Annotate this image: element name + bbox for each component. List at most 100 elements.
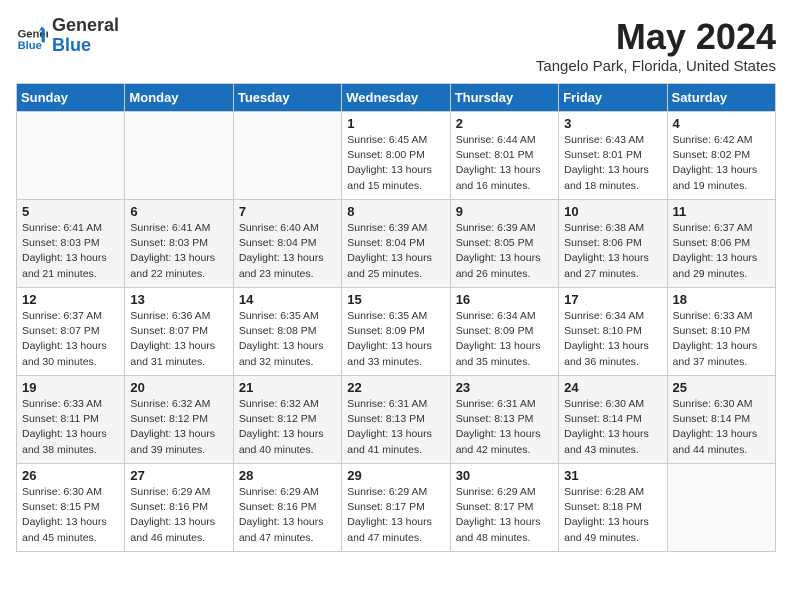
calendar-cell: 20 Sunrise: 6:32 AM Sunset: 8:12 PM Dayli…: [125, 376, 233, 464]
calendar-cell: 2Sunrise: 6:44 AM Sunset: 8:01 PM Daylig…: [450, 112, 558, 200]
day-number: 14: [239, 292, 336, 307]
day-number: 1: [347, 116, 444, 131]
cell-content: Sunrise: 6:28 AM Sunset: 8:18 PM Dayligh…: [564, 485, 661, 546]
day-number: 27: [130, 468, 227, 483]
calendar-cell: 14Sunrise: 6:35 AM Sunset: 8:08 PM Dayli…: [233, 288, 341, 376]
cell-content: Sunrise: 6:29 AM Sunset: 8:17 PM Dayligh…: [456, 485, 553, 546]
cell-content: Sunrise: 6:33 AM Sunset: 8:11 PM Dayligh…: [22, 397, 119, 458]
cell-content: Sunrise: 6:31 AM Sunset: 8:13 PM Dayligh…: [456, 397, 553, 458]
calendar-cell: 5 Sunrise: 6:41 AM Sunset: 8:03 PM Daylig…: [17, 200, 125, 288]
header-row: SundayMondayTuesdayWednesdayThursdayFrid…: [17, 84, 776, 112]
cell-content: Sunrise: 6:32 AM Sunset: 8:12 PM Dayligh…: [130, 397, 227, 458]
calendar-cell: 8Sunrise: 6:39 AM Sunset: 8:04 PM Daylig…: [342, 200, 450, 288]
day-number: 25: [673, 380, 770, 395]
calendar-cell: 16Sunrise: 6:34 AM Sunset: 8:09 PM Dayli…: [450, 288, 558, 376]
day-number: 15: [347, 292, 444, 307]
calendar-cell: 11 Sunrise: 6:37 AM Sunset: 8:06 PM Dayli…: [667, 200, 775, 288]
cell-content: Sunrise: 6:39 AM Sunset: 8:05 PM Dayligh…: [456, 221, 553, 282]
calendar-cell: 28 Sunrise: 6:29 AM Sunset: 8:16 PM Dayli…: [233, 464, 341, 552]
cell-content: Sunrise: 6:45 AM Sunset: 8:00 PM Dayligh…: [347, 133, 444, 194]
header-saturday: Saturday: [667, 84, 775, 112]
main-title: May 2024: [536, 16, 776, 58]
calendar-cell: [17, 112, 125, 200]
day-number: 28: [239, 468, 336, 483]
header-thursday: Thursday: [450, 84, 558, 112]
day-number: 29: [347, 468, 444, 483]
cell-content: Sunrise: 6:29 AM Sunset: 8:16 PM Dayligh…: [239, 485, 336, 546]
cell-content: Sunrise: 6:33 AM Sunset: 8:10 PM Dayligh…: [673, 309, 770, 370]
header-monday: Monday: [125, 84, 233, 112]
cell-content: Sunrise: 6:39 AM Sunset: 8:04 PM Dayligh…: [347, 221, 444, 282]
cell-content: Sunrise: 6:30 AM Sunset: 8:15 PM Dayligh…: [22, 485, 119, 546]
svg-text:Blue: Blue: [18, 40, 42, 52]
calendar-cell: 12 Sunrise: 6:37 AM Sunset: 8:07 PM Dayli…: [17, 288, 125, 376]
calendar-cell: 17 Sunrise: 6:34 AM Sunset: 8:10 PM Dayli…: [559, 288, 667, 376]
day-number: 21: [239, 380, 336, 395]
day-number: 7: [239, 204, 336, 219]
calendar-cell: 21 Sunrise: 6:32 AM Sunset: 8:12 PM Dayli…: [233, 376, 341, 464]
cell-content: Sunrise: 6:35 AM Sunset: 8:09 PM Dayligh…: [347, 309, 444, 370]
calendar-cell: 23 Sunrise: 6:31 AM Sunset: 8:13 PM Dayli…: [450, 376, 558, 464]
calendar-cell: 29 Sunrise: 6:29 AM Sunset: 8:17 PM Dayli…: [342, 464, 450, 552]
day-number: 17: [564, 292, 661, 307]
cell-content: Sunrise: 6:37 AM Sunset: 8:07 PM Dayligh…: [22, 309, 119, 370]
day-number: 20: [130, 380, 227, 395]
day-number: 26: [22, 468, 119, 483]
cell-content: Sunrise: 6:29 AM Sunset: 8:16 PM Dayligh…: [130, 485, 227, 546]
calendar-week-4: 19 Sunrise: 6:33 AM Sunset: 8:11 PM Dayli…: [17, 376, 776, 464]
cell-content: Sunrise: 6:30 AM Sunset: 8:14 PM Dayligh…: [564, 397, 661, 458]
header-sunday: Sunday: [17, 84, 125, 112]
cell-content: Sunrise: 6:38 AM Sunset: 8:06 PM Dayligh…: [564, 221, 661, 282]
cell-content: Sunrise: 6:40 AM Sunset: 8:04 PM Dayligh…: [239, 221, 336, 282]
header-friday: Friday: [559, 84, 667, 112]
header-wednesday: Wednesday: [342, 84, 450, 112]
calendar-cell: 4 Sunrise: 6:42 AM Sunset: 8:02 PM Daylig…: [667, 112, 775, 200]
calendar-cell: 30 Sunrise: 6:29 AM Sunset: 8:17 PM Dayli…: [450, 464, 558, 552]
day-number: 31: [564, 468, 661, 483]
calendar-week-5: 26 Sunrise: 6:30 AM Sunset: 8:15 PM Dayli…: [17, 464, 776, 552]
calendar-cell: 24 Sunrise: 6:30 AM Sunset: 8:14 PM Dayli…: [559, 376, 667, 464]
cell-content: Sunrise: 6:29 AM Sunset: 8:17 PM Dayligh…: [347, 485, 444, 546]
calendar-cell: 6 Sunrise: 6:41 AM Sunset: 8:03 PM Daylig…: [125, 200, 233, 288]
day-number: 4: [673, 116, 770, 131]
cell-content: Sunrise: 6:43 AM Sunset: 8:01 PM Dayligh…: [564, 133, 661, 194]
calendar-cell: 7 Sunrise: 6:40 AM Sunset: 8:04 PM Daylig…: [233, 200, 341, 288]
cell-content: Sunrise: 6:34 AM Sunset: 8:09 PM Dayligh…: [456, 309, 553, 370]
day-number: 23: [456, 380, 553, 395]
day-number: 9: [456, 204, 553, 219]
calendar-week-2: 5 Sunrise: 6:41 AM Sunset: 8:03 PM Daylig…: [17, 200, 776, 288]
logo-text: General Blue: [52, 16, 119, 56]
calendar-week-1: 1 Sunrise: 6:45 AM Sunset: 8:00 PM Daylig…: [17, 112, 776, 200]
day-number: 5: [22, 204, 119, 219]
calendar-week-3: 12 Sunrise: 6:37 AM Sunset: 8:07 PM Dayli…: [17, 288, 776, 376]
day-number: 3: [564, 116, 661, 131]
calendar-cell: 22Sunrise: 6:31 AM Sunset: 8:13 PM Dayli…: [342, 376, 450, 464]
cell-content: Sunrise: 6:37 AM Sunset: 8:06 PM Dayligh…: [673, 221, 770, 282]
calendar-cell: 1 Sunrise: 6:45 AM Sunset: 8:00 PM Daylig…: [342, 112, 450, 200]
cell-content: Sunrise: 6:34 AM Sunset: 8:10 PM Dayligh…: [564, 309, 661, 370]
cell-content: Sunrise: 6:41 AM Sunset: 8:03 PM Dayligh…: [130, 221, 227, 282]
cell-content: Sunrise: 6:41 AM Sunset: 8:03 PM Dayligh…: [22, 221, 119, 282]
calendar-cell: 18Sunrise: 6:33 AM Sunset: 8:10 PM Dayli…: [667, 288, 775, 376]
calendar-cell: 15 Sunrise: 6:35 AM Sunset: 8:09 PM Dayli…: [342, 288, 450, 376]
calendar-cell: 31 Sunrise: 6:28 AM Sunset: 8:18 PM Dayli…: [559, 464, 667, 552]
day-number: 12: [22, 292, 119, 307]
day-number: 10: [564, 204, 661, 219]
calendar-cell: [667, 464, 775, 552]
calendar-cell: [125, 112, 233, 200]
day-number: 6: [130, 204, 227, 219]
day-number: 19: [22, 380, 119, 395]
day-number: 30: [456, 468, 553, 483]
page-header: General Blue General Blue May 2024 Tange…: [16, 16, 776, 75]
cell-content: Sunrise: 6:36 AM Sunset: 8:07 PM Dayligh…: [130, 309, 227, 370]
day-number: 24: [564, 380, 661, 395]
cell-content: Sunrise: 6:32 AM Sunset: 8:12 PM Dayligh…: [239, 397, 336, 458]
calendar-cell: 25Sunrise: 6:30 AM Sunset: 8:14 PM Dayli…: [667, 376, 775, 464]
day-number: 11: [673, 204, 770, 219]
day-number: 2: [456, 116, 553, 131]
calendar-cell: 10 Sunrise: 6:38 AM Sunset: 8:06 PM Dayli…: [559, 200, 667, 288]
cell-content: Sunrise: 6:42 AM Sunset: 8:02 PM Dayligh…: [673, 133, 770, 194]
logo-blue-text: Blue: [52, 36, 119, 56]
calendar-cell: 13Sunrise: 6:36 AM Sunset: 8:07 PM Dayli…: [125, 288, 233, 376]
title-area: May 2024 Tangelo Park, Florida, United S…: [536, 16, 776, 75]
